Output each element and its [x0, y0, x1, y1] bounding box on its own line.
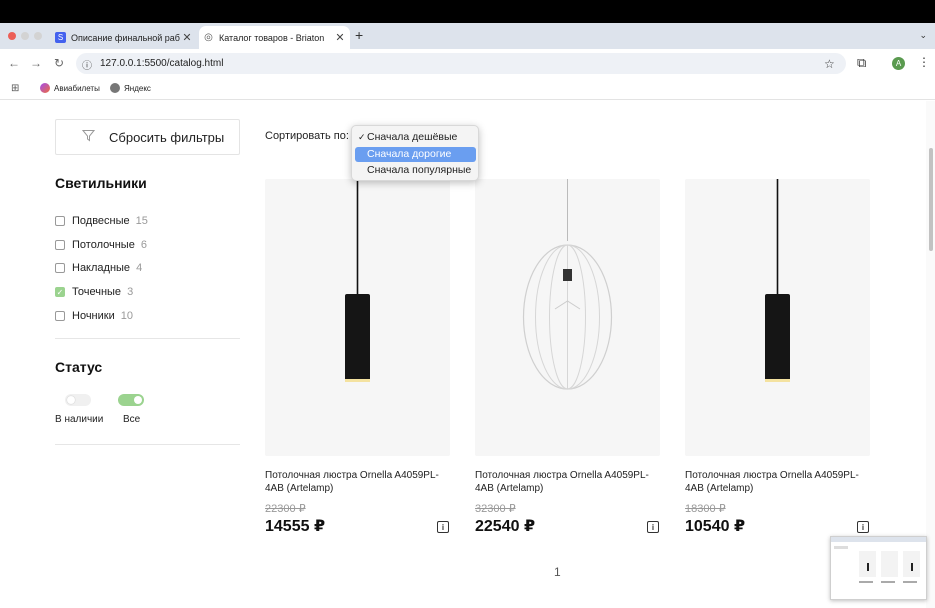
category-count: 10 — [120, 310, 133, 323]
divider — [55, 444, 240, 445]
category-count: 15 — [135, 214, 148, 227]
product-image[interactable] — [475, 179, 660, 456]
bookmarks-bar: ⊞ Авиабилеты Яндекс — [0, 78, 935, 100]
pagination-page[interactable]: 1 — [554, 565, 561, 579]
maximize-window-button[interactable] — [34, 32, 42, 40]
category-count: 3 — [127, 286, 134, 299]
category-item[interactable]: ✓ Точечные 3 — [55, 280, 148, 304]
product-price: 14555 ₽ — [265, 518, 326, 535]
category-filter-list: Подвесные 15 Потолочные 6 Накладные 4 ✓ … — [55, 209, 148, 328]
category-label: Потолочные — [72, 238, 135, 251]
close-tab-icon[interactable]: ✕ — [333, 31, 347, 44]
bookmark-favicon-icon — [40, 83, 50, 93]
globe-icon: ◎ — [204, 32, 213, 43]
menu-kebab-icon[interactable]: ⋮ — [918, 55, 930, 69]
browser-tab-bar: S Описание финальной работ ✕ ◎ Каталог т… — [0, 23, 935, 49]
category-label: Накладные — [72, 262, 131, 275]
reset-filters-button[interactable]: Сбросить фильтры — [55, 119, 240, 155]
globe-icon — [110, 83, 120, 93]
minimize-window-button[interactable] — [21, 32, 29, 40]
screenshot-thumbnail-preview[interactable] — [830, 536, 927, 600]
product-name[interactable]: Потолочная люстра Ornella A4059PL-4AB (A… — [475, 469, 660, 495]
sort-option-expensive[interactable]: Сначала дорогие — [355, 147, 476, 162]
product-name[interactable]: Потолочная люстра Ornella A4059PL-4AB (A… — [265, 469, 450, 495]
checkmark-icon: ✓ — [358, 132, 366, 142]
category-item[interactable]: Накладные 4 — [55, 257, 148, 281]
browser-tab-catalog[interactable]: ◎ Каталог товаров - Briaton ✕ — [199, 26, 350, 49]
bookmark-yandex[interactable]: Яндекс — [110, 83, 151, 93]
divider — [55, 338, 240, 339]
apps-grid-icon[interactable]: ⊞ — [11, 83, 19, 94]
product-image[interactable] — [265, 179, 450, 456]
category-item[interactable]: Ночники 10 — [55, 304, 148, 328]
info-icon[interactable]: i — [857, 521, 869, 533]
browser-toolbar: ← → ↻ ⓘ 127.0.0.1:5500/catalog.html — [0, 49, 935, 78]
sort-dropdown[interactable]: ✓ Сначала дешёвые Сначала дорогие Сначал… — [351, 125, 479, 181]
info-icon[interactable]: i — [647, 521, 659, 533]
categories-title: Светильники — [55, 175, 147, 191]
category-count: 4 — [136, 262, 143, 275]
category-item[interactable]: Потолочные 6 — [55, 233, 148, 257]
checkbox[interactable] — [55, 311, 65, 322]
sort-option-popular[interactable]: Сначала популярные — [355, 163, 476, 178]
sort-option-label: Сначала дешёвые — [367, 131, 458, 143]
toggle-knob — [134, 396, 142, 404]
address-bar[interactable]: ⓘ 127.0.0.1:5500/catalog.html — [76, 53, 846, 74]
sort-label: Сортировать по: — [265, 130, 349, 142]
browser-tab-description[interactable]: S Описание финальной работ ✕ — [51, 26, 197, 49]
checkbox[interactable] — [55, 239, 65, 250]
close-window-button[interactable] — [8, 32, 16, 40]
all-label: Все — [123, 414, 141, 425]
reload-icon[interactable]: ↻ — [52, 56, 66, 70]
bookmark-label: Авиабилеты — [54, 83, 100, 93]
sort-option-label: Сначала популярные — [367, 164, 472, 176]
site-info-icon[interactable]: ⓘ — [82, 57, 92, 72]
category-label: Точечные — [72, 286, 122, 299]
product-card[interactable]: Потолочная люстра Ornella A4059PL-4AB (A… — [685, 179, 870, 535]
filter-funnel-icon — [81, 129, 96, 145]
toggle-knob — [67, 396, 75, 404]
product-old-price: 18300 ₽ — [685, 503, 726, 515]
bookmark-aviabilety[interactable]: Авиабилеты — [40, 83, 100, 93]
checkbox[interactable] — [55, 263, 65, 274]
info-icon[interactable]: i — [437, 521, 449, 533]
category-label: Подвесные — [72, 214, 130, 227]
product-old-price: 22300 ₽ — [265, 503, 306, 515]
tab-title: Описание финальной работ — [71, 32, 180, 43]
product-card[interactable]: Потолочная люстра Ornella A4059PL-4AB (A… — [265, 179, 450, 535]
extensions-icon[interactable]: ⧉ — [857, 55, 866, 71]
close-tab-icon[interactable]: ✕ — [180, 31, 194, 44]
category-item[interactable]: Подвесные 15 — [55, 209, 148, 233]
back-arrow-icon[interactable]: ← — [7, 56, 21, 70]
reset-filters-label: Сбросить фильтры — [109, 129, 225, 145]
product-old-price: 32300 ₽ — [475, 503, 516, 515]
product-card[interactable]: Потолочная люстра Ornella A4059PL-4AB (A… — [475, 179, 660, 535]
bookmark-label: Яндекс — [124, 83, 151, 93]
status-title: Статус — [55, 359, 103, 375]
all-toggle[interactable] — [118, 394, 144, 406]
product-name[interactable]: Потолочная люстра Ornella A4059PL-4AB (A… — [685, 469, 870, 495]
category-count: 6 — [140, 238, 147, 251]
screen-top-bar — [0, 0, 935, 23]
tab-favicon: S — [55, 32, 66, 43]
profile-avatar[interactable]: A — [892, 57, 905, 70]
url-text: 127.0.0.1:5500/catalog.html — [100, 58, 224, 69]
scrollbar-thumb[interactable] — [929, 148, 933, 251]
sort-option-cheap[interactable]: ✓ Сначала дешёвые — [355, 130, 476, 145]
tab-search-chevron-icon[interactable]: ⌄ — [919, 30, 927, 41]
category-label: Ночники — [72, 310, 115, 323]
sort-option-label: Сначала дорогие — [367, 148, 452, 160]
tab-title: Каталог товаров - Briaton — [219, 32, 325, 43]
forward-arrow-icon[interactable]: → — [29, 56, 43, 70]
in-stock-label: В наличии — [55, 414, 104, 425]
in-stock-toggle[interactable] — [65, 394, 91, 406]
product-price: 10540 ₽ — [685, 518, 746, 535]
bookmark-star-icon[interactable]: ☆ — [824, 57, 835, 71]
checkbox[interactable] — [55, 215, 65, 226]
product-price: 22540 ₽ — [475, 518, 536, 535]
new-tab-button[interactable]: + — [355, 27, 363, 43]
checkbox-checked[interactable]: ✓ — [55, 287, 65, 298]
product-image[interactable] — [685, 179, 870, 456]
